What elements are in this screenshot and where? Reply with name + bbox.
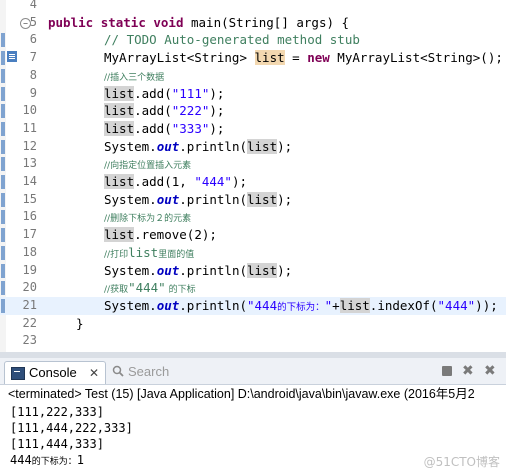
code-line[interactable]: 15 System.out.println(list); xyxy=(0,191,506,209)
console-icon xyxy=(11,367,25,380)
remove-all-icon[interactable]: ✖ xyxy=(484,364,498,378)
line-number: 17 xyxy=(22,227,37,242)
code-line[interactable]: 11 list.add("333"); xyxy=(0,120,506,138)
code-text: list.add(1, "444"); xyxy=(104,174,248,189)
line-number: 10 xyxy=(22,103,37,118)
code-line[interactable]: 12 System.out.println(list); xyxy=(0,138,506,156)
change-marker xyxy=(1,210,5,225)
change-marker xyxy=(1,228,5,243)
code-text: MyArrayList<String> list = new MyArrayLi… xyxy=(104,50,503,66)
line-number: 5 xyxy=(29,14,37,29)
line-number: 20 xyxy=(22,280,37,295)
code-line[interactable]: 18 //打印list里面的值 xyxy=(0,244,506,262)
code-line[interactable]: 6 // TODO Auto-generated method stub xyxy=(0,31,506,49)
close-icon[interactable]: ✕ xyxy=(89,362,99,384)
line-number: 7 xyxy=(29,50,37,65)
console-tab-bar: Console ✕ Search ✖ ✖ xyxy=(0,358,506,385)
tab-search-label: Search xyxy=(128,364,170,379)
console-output[interactable]: [111,222,333] [111,444,222,333] [111,444… xyxy=(0,404,506,476)
code-line[interactable]: 9 list.add("111"); xyxy=(0,85,506,103)
console-process-label: <terminated> Test (15) [Java Application… xyxy=(8,387,475,401)
line-number: 12 xyxy=(22,138,37,153)
line-number: 23 xyxy=(22,333,37,348)
code-line[interactable]: − 5 public static void main(String[] arg… xyxy=(0,14,506,32)
line-number: 15 xyxy=(22,191,37,206)
console-line: [111,444,222,333] xyxy=(10,421,133,435)
remove-icon[interactable]: ✖ xyxy=(462,364,476,378)
change-marker xyxy=(1,104,5,119)
code-line[interactable]: 16 //删除下标为２的元素 xyxy=(0,208,506,226)
line-number: 13 xyxy=(22,156,37,171)
code-line[interactable]: 19 System.out.println(list); xyxy=(0,262,506,280)
code-line[interactable]: 4 xyxy=(0,0,506,14)
tab-console[interactable]: Console ✕ xyxy=(4,361,106,384)
code-text: list.remove(2); xyxy=(104,227,217,243)
line-number: 6 xyxy=(29,32,37,47)
code-line[interactable]: 8 //插入三个数据 xyxy=(0,67,506,85)
change-marker xyxy=(1,298,5,313)
change-marker xyxy=(1,175,5,189)
change-marker xyxy=(1,281,5,296)
code-line[interactable]: 23 xyxy=(0,332,506,350)
code-line[interactable]: 17 list.remove(2); xyxy=(0,226,506,244)
code-line[interactable]: 10 list.add("222"); xyxy=(0,102,506,120)
console-line: [111,444,333] xyxy=(10,437,104,451)
code-editor[interactable]: 4 − 5 public static void main(String[] a… xyxy=(0,0,506,352)
code-text: // TODO Auto-generated method stub xyxy=(104,32,360,48)
console-line: 444的下标为：1 xyxy=(10,453,84,467)
line-number: 11 xyxy=(22,120,37,135)
code-line-current[interactable]: 21 System.out.println("444的下标为："+list.in… xyxy=(0,296,506,315)
code-text: System.out.println(list); xyxy=(104,138,293,154)
change-marker xyxy=(1,33,5,48)
line-number: 8 xyxy=(29,67,37,82)
code-line[interactable]: 20 //获取"444" 的下标 xyxy=(0,279,506,297)
line-number: 18 xyxy=(22,244,37,259)
line-number: 19 xyxy=(22,262,37,277)
change-marker xyxy=(1,51,5,66)
line-number: 16 xyxy=(22,209,37,224)
code-text: public static void main(String[] args) { xyxy=(48,14,350,30)
search-icon xyxy=(112,365,124,377)
change-marker xyxy=(1,86,5,101)
code-line[interactable]: 14 list.add(1, "444"); xyxy=(0,173,506,191)
watermark: @51CTO博客 xyxy=(423,455,500,469)
tab-search[interactable]: Search xyxy=(108,361,188,383)
change-marker xyxy=(1,121,5,136)
change-marker xyxy=(1,245,5,260)
change-marker xyxy=(1,157,5,172)
line-number: 14 xyxy=(22,174,37,188)
code-text: System.out.println(list); xyxy=(104,262,293,278)
code-text: list.add("111"); xyxy=(104,85,225,101)
console-line: [111,222,333] xyxy=(10,405,104,419)
code-line[interactable]: 13 //向指定位置插入元素 xyxy=(0,155,506,173)
line-number: 4 xyxy=(29,0,37,11)
code-text: } xyxy=(76,315,84,331)
change-marker xyxy=(1,263,5,278)
line-number: 22 xyxy=(22,315,37,330)
code-line[interactable]: 22 } xyxy=(0,315,506,333)
line-number: 9 xyxy=(29,85,37,100)
code-line[interactable]: 7 MyArrayList<String> list = new MyArray… xyxy=(0,49,506,67)
line-number: 21 xyxy=(22,297,37,312)
code-text: System.out.println(list); xyxy=(104,191,293,207)
change-marker xyxy=(1,192,5,207)
change-marker xyxy=(1,68,5,83)
code-text: list.add("222"); xyxy=(104,103,225,119)
tab-console-label: Console xyxy=(29,365,77,380)
stop-icon[interactable] xyxy=(440,364,454,378)
code-text: list.add("333"); xyxy=(104,120,225,136)
change-marker xyxy=(1,139,5,154)
